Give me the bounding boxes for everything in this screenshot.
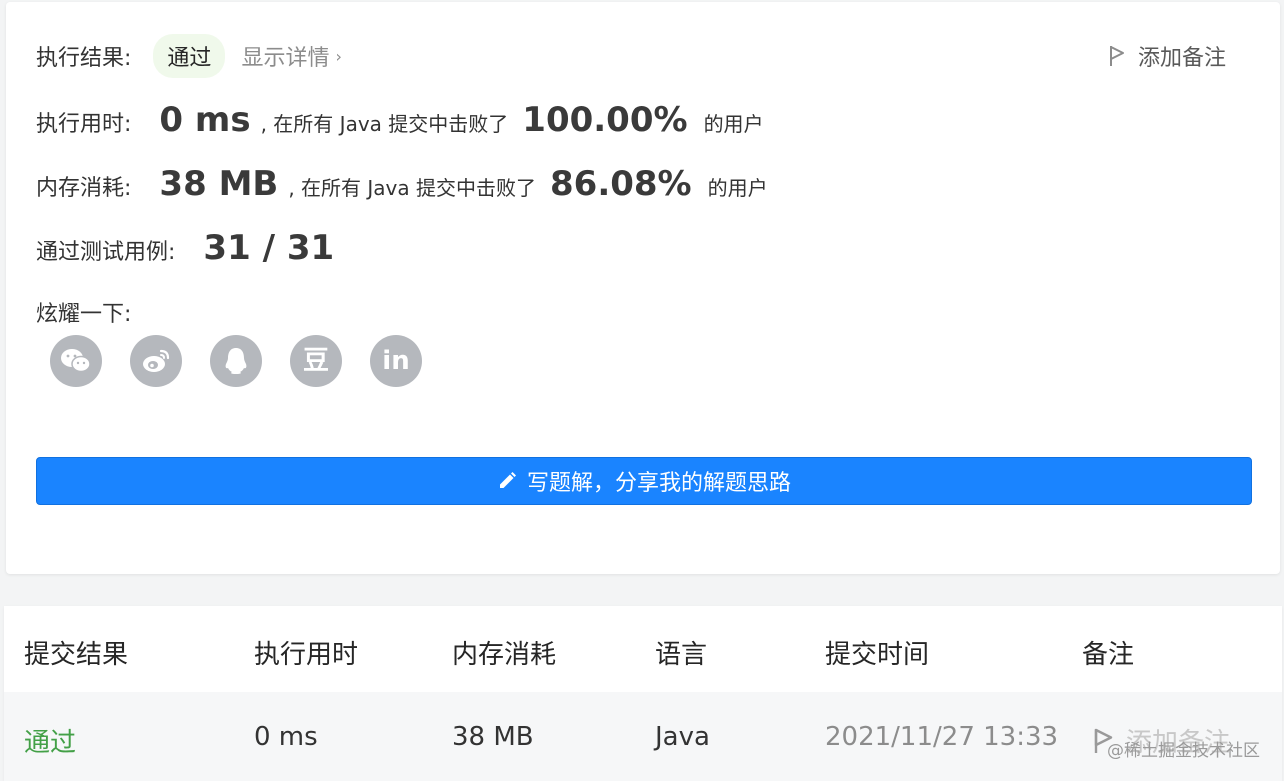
- row-time: 2021/11/27 13:33: [825, 722, 1059, 752]
- table-row[interactable]: 通过 0 ms 38 MB Java 2021/11/27 13:33 添加备注: [4, 692, 1282, 781]
- row-runtime: 0 ms: [254, 722, 318, 752]
- header-memory: 内存消耗: [452, 640, 557, 670]
- show-details-label: 显示详情: [241, 46, 330, 71]
- douban-icon: 豆: [302, 346, 329, 376]
- write-solution-label: 写题解，分享我的解题思路: [526, 471, 791, 496]
- runtime-label: 执行用时:: [36, 112, 132, 137]
- runtime-percent: 100.00%: [522, 100, 688, 140]
- pencil-icon: [499, 472, 516, 488]
- header-runtime: 执行用时: [254, 640, 359, 670]
- memory-row: 内存消耗: 38 MB , 在所有 Java 提交中击败了 86.08% 的用户: [36, 164, 768, 204]
- share-douban-button[interactable]: 豆: [290, 335, 342, 387]
- table-header: 提交结果 执行用时 内存消耗 语言 提交时间 备注: [4, 606, 1282, 692]
- qq-icon: [225, 348, 247, 374]
- runtime-row: 执行用时: 0 ms , 在所有 Java 提交中击败了 100.00% 的用户: [36, 100, 764, 140]
- wechat-icon: [61, 349, 91, 373]
- testcases-value: 31 / 31: [203, 228, 335, 268]
- memory-label: 内存消耗:: [36, 176, 132, 201]
- header-language: 语言: [655, 640, 708, 670]
- memory-beat-text: , 在所有 Java 提交中击败了: [288, 176, 537, 200]
- weibo-icon: [143, 349, 170, 372]
- share-linkedin-button[interactable]: in: [370, 335, 422, 387]
- runtime-beat-text: , 在所有 Java 提交中击败了: [260, 112, 509, 136]
- linkedin-icon: in: [382, 346, 410, 376]
- share-buttons: 豆 in: [50, 335, 422, 387]
- add-note-label: 添加备注: [1137, 46, 1226, 71]
- runtime-suffix: 的用户: [703, 112, 764, 136]
- header-status: 提交结果: [24, 640, 129, 670]
- memory-percent: 86.08%: [550, 164, 692, 204]
- testcases-label: 通过测试用例:: [36, 240, 176, 265]
- share-weibo-button[interactable]: [130, 335, 182, 387]
- submission-result-card: 执行结果: 通过 显示详情 › 添加备注 执行用时: 0 ms , 在所有 Ja…: [6, 2, 1280, 574]
- add-note-button[interactable]: 添加备注: [1108, 40, 1226, 72]
- header-time: 提交时间: [825, 640, 930, 670]
- result-label: 执行结果:: [36, 46, 132, 71]
- submission-table: 提交结果 执行用时 内存消耗 语言 提交时间 备注 通过 0 ms 38 MB …: [4, 606, 1282, 781]
- row-status-link[interactable]: 通过: [24, 722, 76, 759]
- write-solution-button[interactable]: 写题解，分享我的解题思路: [36, 457, 1252, 505]
- result-row: 执行结果: 通过 显示详情 ›: [36, 34, 342, 78]
- status-badge: 通过: [153, 34, 226, 78]
- testcases-row: 通过测试用例: 31 / 31: [36, 228, 344, 268]
- memory-value: 38 MB: [159, 164, 279, 204]
- show-details-link[interactable]: 显示详情 ›: [241, 40, 341, 72]
- header-note: 备注: [1082, 640, 1135, 670]
- share-wechat-button[interactable]: [50, 335, 102, 387]
- memory-suffix: 的用户: [707, 176, 768, 200]
- runtime-value: 0 ms: [159, 100, 251, 140]
- share-label: 炫耀一下:: [36, 302, 132, 327]
- flag-icon: [1109, 46, 1124, 66]
- share-qq-button[interactable]: [210, 335, 262, 387]
- watermark: @稀土掘金技术社区: [1107, 741, 1260, 761]
- row-memory: 38 MB: [452, 722, 534, 752]
- share-row-label: 炫耀一下:: [36, 296, 131, 328]
- chevron-right-icon: ›: [335, 46, 342, 66]
- row-language: Java: [655, 722, 710, 752]
